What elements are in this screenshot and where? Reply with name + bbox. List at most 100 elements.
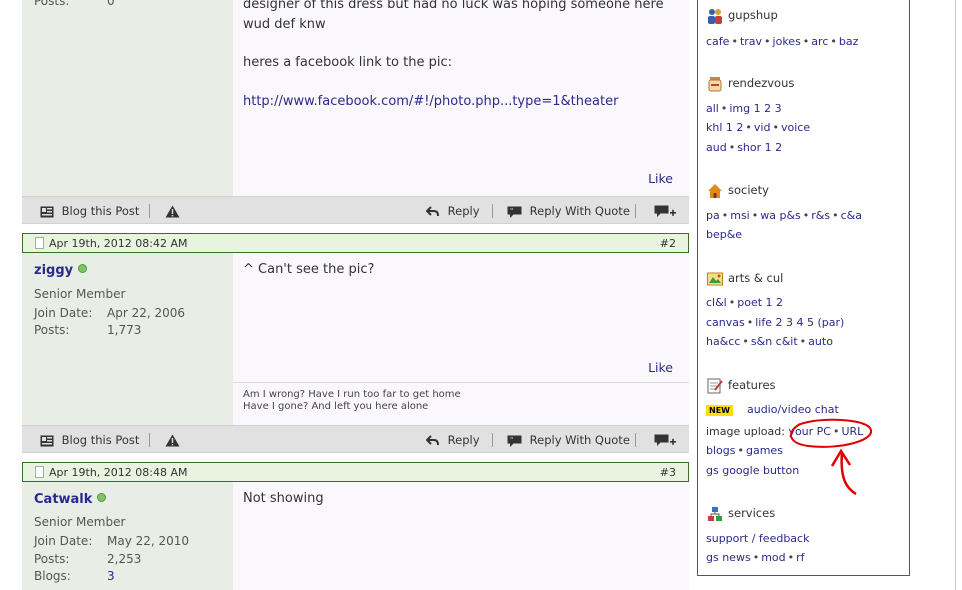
services-support-line: support / feedback [706,532,809,545]
post-2-user-panel: ziggy Senior Member Join Date: Apr 22, 20… [22,253,233,425]
link-life-2[interactable]: 2 [776,316,783,329]
online-status-icon [78,264,88,273]
arts-line-3: ha&cc • s&n c&it • auto [706,335,833,348]
username: Catwalk [34,492,93,507]
link-baz[interactable]: baz [839,35,859,48]
divider [492,204,493,218]
link-life-par[interactable]: (par) [818,316,845,329]
link-img-2[interactable]: 2 [764,102,771,115]
blogs-count-link[interactable]: 3 [107,569,115,583]
link-mod[interactable]: mod [761,551,785,564]
post-number-link[interactable]: #3 [660,466,676,479]
link-all[interactable]: all [706,102,719,115]
link-support-feedback[interactable]: support / feedback [706,532,809,545]
link-blogs[interactable]: blogs [706,444,735,457]
link-sn-cit[interactable]: s&n c&it [751,335,798,348]
post-number-link[interactable]: #2 [660,237,676,250]
link-auto[interactable]: auto [808,335,833,348]
link-audio-video-chat[interactable]: audio/video chat [747,403,839,416]
link-upload-your-pc[interactable]: your PC [788,425,831,438]
link-ca[interactable]: c&a [841,209,862,222]
link-khl-1[interactable]: 1 [726,121,733,134]
blog-this-post-button[interactable]: Blog this Post [40,432,139,448]
link-arc[interactable]: arc [811,35,828,48]
link-life-3[interactable]: 3 [786,316,793,329]
like-link[interactable]: Like [648,171,673,186]
link-cafe[interactable]: cafe [706,35,729,48]
reply-with-quote-button[interactable]: " Reply With Quote [507,203,630,219]
like-link[interactable]: Like [648,360,673,375]
rendezvous-line-3: aud • shor 1 2 [706,141,783,154]
link-voice[interactable]: voice [781,121,810,134]
reply-with-quote-button[interactable]: " Reply With Quote [507,432,630,448]
picture-icon [707,272,723,285]
reply-button[interactable]: Reply [426,432,480,448]
link-msi[interactable]: msi [730,209,750,222]
multi-quote-button[interactable] [654,203,676,219]
link-rs[interactable]: r&s [811,209,830,222]
link-cll[interactable]: cl&l [706,296,727,309]
report-button[interactable] [165,203,180,219]
link-trav[interactable]: trav [740,35,762,48]
post-1-text-line: designer of this dress but had no luck w… [243,0,664,12]
username-link[interactable]: Catwalk [34,492,107,507]
posts-label: Posts: [34,323,70,337]
link-hacc[interactable]: ha&cc [706,335,740,348]
link-bepe[interactable]: bep&e [706,228,742,241]
link-khl[interactable]: khl [706,121,722,134]
link-aud[interactable]: aud [706,141,727,154]
blogs-label: Blogs: [34,569,71,583]
link-life-5[interactable]: 5 [807,316,814,329]
join-date-value: May 22, 2010 [107,534,190,548]
link-shor-1[interactable]: 1 [765,141,772,154]
link-shor[interactable]: shor [737,141,761,154]
link-life[interactable]: life [755,316,772,329]
link-poet[interactable]: poet [737,296,762,309]
quote-label: Reply With Quote [529,204,630,218]
link-life-4[interactable]: 4 [797,316,804,329]
link-pa[interactable]: pa [706,209,720,222]
link-gs-news[interactable]: gs news [706,551,751,564]
svg-text:": " [510,207,513,215]
link-gs-google-button[interactable]: gs google button [706,464,799,477]
rendezvous-line-2: khl 1 2 • vid • voice [706,121,811,134]
post-2-header: Apr 19th, 2012 08:42 AM #2 [22,233,689,253]
link-rf[interactable]: rf [796,551,804,564]
link-wa-ps[interactable]: wa p&s [760,209,801,222]
blogs-row: Blogs: 3 [34,569,115,583]
link-img-3[interactable]: 3 [775,102,782,115]
multi-quote-button[interactable] [654,432,676,448]
link-canvas[interactable]: canvas [706,316,745,329]
divider [635,433,636,447]
link-upload-url[interactable]: URL [841,425,863,438]
link-games[interactable]: games [746,444,783,457]
blog-this-post-button[interactable]: Blog this Post [40,203,139,219]
link-khl-2[interactable]: 2 [736,121,743,134]
link-poet-2[interactable]: 2 [776,296,783,309]
post-1-actionbar: Blog this Post Reply " Reply With Quote [22,196,689,224]
section-title: rendezvous [728,76,795,90]
signature: Am I wrong? Have I run too far to get ho… [233,382,689,425]
link-img-1[interactable]: 1 [754,102,761,115]
link-jokes[interactable]: jokes [773,35,801,48]
report-button[interactable] [165,432,180,448]
user-rank: Senior Member [34,515,126,529]
blog-icon [40,435,54,446]
link-shor-2[interactable]: 2 [775,141,782,154]
signature-line: Am I wrong? Have I run too far to get ho… [243,389,461,400]
quote-label: Reply With Quote [529,433,630,447]
left-gutter [0,0,22,590]
post-2-actionbar: Blog this Post Reply " Reply With Quote [22,425,689,453]
join-date-value: Apr 22, 2006 [107,306,186,320]
link-img[interactable]: img [729,102,750,115]
post-1-text-line: heres a facebook link to the pic: [243,55,452,70]
post-date: Apr 19th, 2012 08:48 AM [49,466,188,479]
section-arts-header: arts & cul [707,269,783,287]
reply-button[interactable]: Reply [426,203,480,219]
username-link[interactable]: ziggy [34,263,88,278]
link-vid[interactable]: vid [754,121,771,134]
post-3-text: Not showing [243,491,324,506]
posts-label: Posts: [34,0,70,8]
facebook-link[interactable]: http://www.facebook.com/#!/photo.php...t… [243,94,618,109]
link-poet-1[interactable]: 1 [766,296,773,309]
